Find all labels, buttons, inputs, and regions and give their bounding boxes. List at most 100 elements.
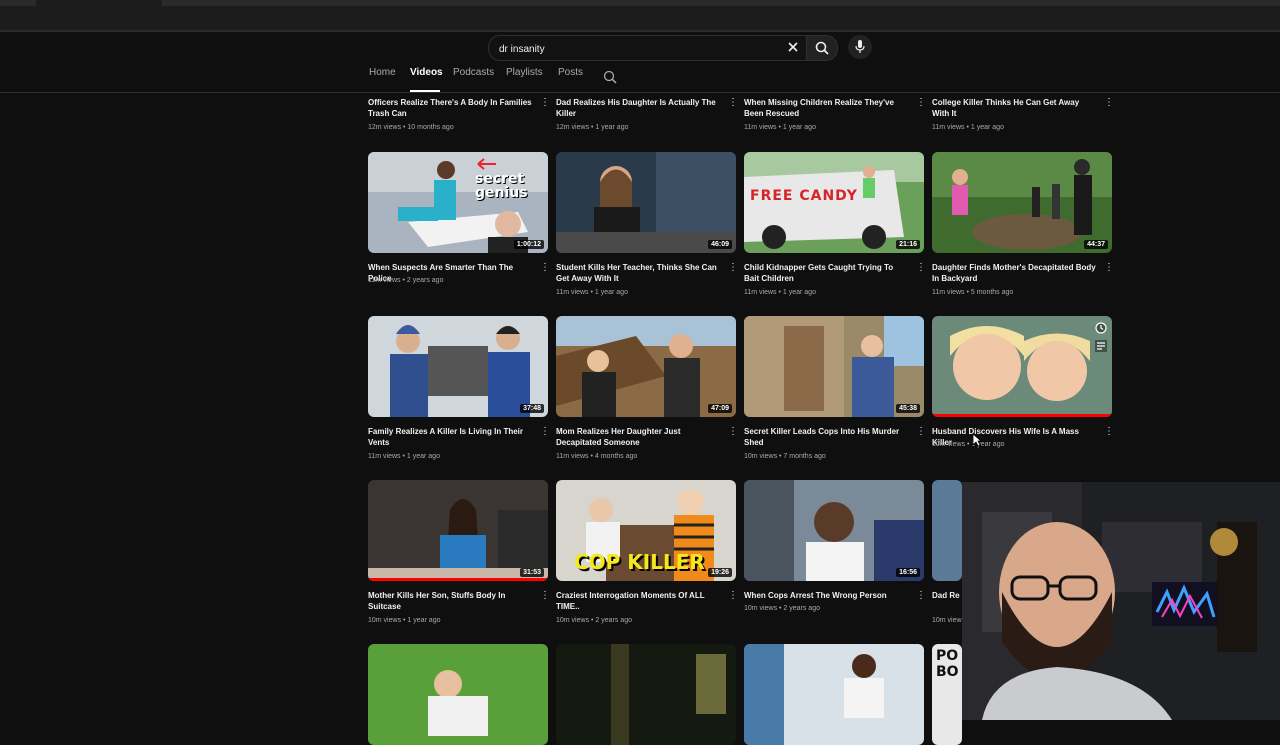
thumbnail-image [556, 152, 736, 253]
more-options-button[interactable]: ⋮ [728, 97, 738, 109]
video-meta: 11m views • 1 year ago [556, 289, 628, 296]
tab-playlists[interactable]: Playlists [506, 67, 543, 78]
video-duration: 1:00:12 [513, 240, 544, 249]
video-duration: 46:09 [708, 240, 732, 249]
more-options-button[interactable]: ⋮ [1104, 262, 1114, 274]
video-thumbnail[interactable]: secret genius 1:00:12 [368, 152, 548, 253]
video-title[interactable]: Child Kidnapper Gets Caught Trying To Ba… [744, 262, 909, 284]
more-options-button[interactable]: ⋮ [1104, 426, 1114, 438]
video-title[interactable]: Family Realizes A Killer Is Living In Th… [368, 426, 533, 448]
video-title[interactable]: Craziest Interrogation Moments Of ALL TI… [556, 590, 721, 612]
video-thumbnail[interactable] [932, 316, 1112, 417]
tab-videos[interactable]: Videos [410, 67, 443, 78]
more-options-button[interactable]: ⋮ [916, 97, 926, 109]
video-thumbnail[interactable]: 37:48 [368, 316, 548, 417]
video-thumbnail[interactable]: FREE CANDY 21:16 [744, 152, 924, 253]
video-card[interactable]: 37:48 Family Realizes A Killer Is Living… [368, 316, 550, 460]
video-card[interactable]: 16:56 When Cops Arrest The Wrong Person … [744, 480, 926, 612]
video-card[interactable]: 44:37 Daughter Finds Mother's Decapitate… [932, 152, 1114, 296]
video-title[interactable]: Secret Killer Leads Cops Into His Murder… [744, 426, 909, 448]
video-title[interactable]: Student Kills Her Teacher, Thinks She Ca… [556, 262, 721, 284]
browser-tab[interactable] [0, 0, 36, 6]
thumbnail-image [932, 152, 1112, 253]
video-thumbnail[interactable] [744, 644, 924, 745]
video-duration: 21:16 [896, 240, 920, 249]
video-thumbnail[interactable] [368, 644, 548, 745]
video-card[interactable] [368, 644, 548, 745]
more-options-button[interactable]: ⋮ [728, 426, 738, 438]
video-meta: 11m views • 2 years ago [368, 277, 444, 284]
more-options-button[interactable]: ⋮ [728, 262, 738, 274]
video-meta: 11m views • 1 year ago [368, 453, 440, 460]
video-duration: 45:38 [896, 404, 920, 413]
thumbnail-image [368, 644, 548, 745]
video-meta: 11m views • 1 year ago [744, 289, 816, 296]
video-title[interactable]: Dad Rea... [932, 590, 960, 601]
thumbnail-image [368, 152, 548, 253]
video-duration: 16:56 [896, 568, 920, 577]
more-options-button[interactable]: ⋮ [728, 590, 738, 602]
voice-search-button[interactable] [848, 35, 872, 59]
add-to-queue-icon[interactable] [1095, 340, 1107, 352]
more-options-button[interactable]: ⋮ [916, 426, 926, 438]
tab-podcasts[interactable]: Podcasts [453, 67, 494, 78]
thumbnail-image [368, 316, 548, 417]
video-thumbnail[interactable]: 45:38 [744, 316, 924, 417]
more-options-button[interactable]: ⋮ [540, 426, 550, 438]
video-thumbnail[interactable]: 46:09 [556, 152, 736, 253]
video-title[interactable]: Daughter Finds Mother's Decapitated Body… [932, 262, 1097, 284]
video-thumbnail[interactable]: 44:37 [932, 152, 1112, 253]
browser-address-area[interactable] [162, 0, 1280, 6]
video-title[interactable]: When Missing Children Realize They've Be… [744, 97, 909, 119]
video-card[interactable]: 47:09 Mom Realizes Her Daughter Just Dec… [556, 316, 738, 460]
video-card[interactable]: secret genius 1:00:12 When Suspects Are … [368, 152, 550, 284]
video-thumbnail[interactable]: 16:56 [744, 480, 924, 581]
video-title[interactable]: Mother Kills Her Son, Stuffs Body In Sui… [368, 590, 533, 612]
mic-icon [855, 40, 865, 53]
search-icon [815, 41, 829, 55]
video-duration: 19:26 [708, 568, 732, 577]
search-input[interactable] [497, 40, 781, 58]
more-options-button[interactable]: ⋮ [540, 590, 550, 602]
video-meta: 10m views • 1 year ago [368, 617, 441, 624]
clear-search-button[interactable] [786, 38, 800, 56]
channel-search-icon[interactable] [603, 70, 617, 84]
more-options-button[interactable]: ⋮ [916, 590, 926, 602]
video-meta: 12m views • 1 year ago [556, 124, 629, 131]
thumbnail-image [932, 480, 962, 581]
tab-home[interactable]: Home [369, 67, 396, 78]
video-thumbnail[interactable]: COP KILLER 19:26 [556, 480, 736, 581]
watch-progress-bar [932, 414, 1112, 417]
video-title[interactable]: Mom Realizes Her Daughter Just Decapitat… [556, 426, 721, 448]
video-duration: 44:37 [1084, 240, 1108, 249]
video-card[interactable]: 45:38 Secret Killer Leads Cops Into His … [744, 316, 926, 460]
video-card[interactable]: Husband Discovers His Wife Is A Mass Kil… [932, 316, 1114, 448]
thumbnail-caption: COP KILLER [574, 550, 705, 574]
more-options-button[interactable]: ⋮ [916, 262, 926, 274]
tab-posts[interactable]: Posts [558, 67, 583, 78]
video-card[interactable]: FREE CANDY 21:16 Child Kidnapper Gets Ca… [744, 152, 926, 296]
video-card[interactable] [744, 644, 924, 745]
video-thumbnail[interactable] [556, 644, 736, 745]
video-thumbnail[interactable]: 47:09 [556, 316, 736, 417]
video-duration: 47:09 [708, 404, 732, 413]
more-options-button[interactable]: ⋮ [540, 97, 550, 109]
video-thumbnail[interactable]: 31:53 [368, 480, 548, 581]
video-title[interactable]: When Cops Arrest The Wrong Person [744, 590, 909, 601]
video-title[interactable]: Officers Realize There's A Body In Famil… [368, 97, 533, 119]
thumbnail-image [556, 316, 736, 417]
video-card[interactable]: 46:09 Student Kills Her Teacher, Thinks … [556, 152, 738, 296]
video-card[interactable]: 31:53 Mother Kills Her Son, Stuffs Body … [368, 480, 550, 624]
watch-later-icon[interactable] [1095, 322, 1107, 334]
search-button[interactable] [806, 35, 838, 61]
video-thumbnail[interactable] [932, 480, 962, 581]
video-title[interactable]: Dad Realizes His Daughter Is Actually Th… [556, 97, 721, 119]
more-options-button[interactable]: ⋮ [1104, 97, 1114, 109]
video-card[interactable] [556, 644, 736, 745]
video-thumbnail[interactable]: PO BO [932, 644, 962, 745]
video-meta: 12m views • 10 months ago [368, 124, 454, 131]
video-card[interactable]: COP KILLER 19:26 Craziest Interrogation … [556, 480, 738, 624]
video-title[interactable]: College Killer Thinks He Can Get Away Wi… [932, 97, 1097, 119]
more-options-button[interactable]: ⋮ [540, 262, 550, 274]
webcam-overlay [962, 482, 1280, 720]
